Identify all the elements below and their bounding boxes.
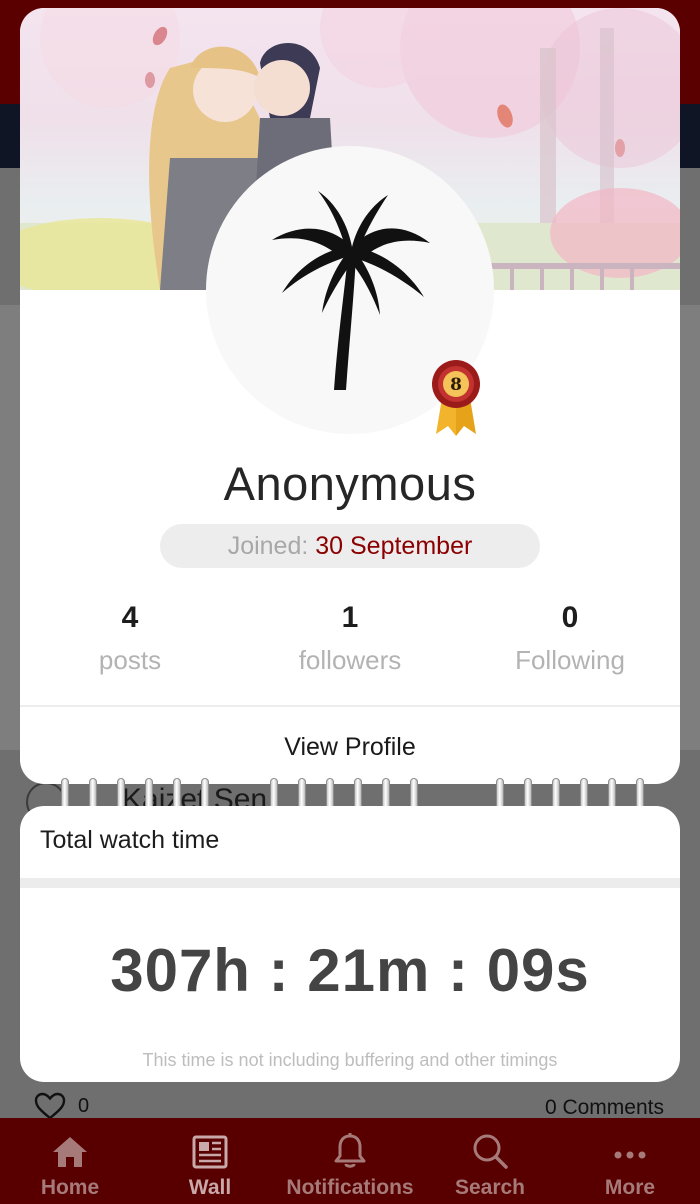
watch-time-title: Total watch time: [40, 826, 220, 854]
nav-notifications[interactable]: Notifications: [280, 1118, 420, 1204]
view-profile-button[interactable]: View Profile: [20, 707, 680, 784]
palm-tree-icon: [272, 191, 430, 390]
stat-posts-value: 4: [121, 601, 139, 634]
stat-followers-value: 1: [341, 601, 359, 634]
nav-wall-label: Wall: [188, 1176, 232, 1199]
joined-date: 30 September: [315, 532, 473, 560]
level-badge: 8: [432, 360, 480, 436]
newspaper-icon: [192, 1135, 228, 1169]
nav-home-label: Home: [40, 1176, 100, 1199]
nav-more[interactable]: More: [560, 1118, 700, 1204]
joined-date-pill: Joined: 30 September: [160, 524, 540, 568]
background-comments-count: 0 Comments: [544, 1096, 664, 1119]
background-like: 0: [34, 1092, 94, 1120]
nav-home[interactable]: Home: [0, 1118, 140, 1204]
nav-wall[interactable]: Wall: [140, 1118, 280, 1204]
stat-following[interactable]: 0 Following: [460, 598, 680, 682]
stat-following-value: 0: [561, 601, 579, 634]
bell-icon: [334, 1133, 366, 1168]
search-icon: [473, 1134, 508, 1169]
watch-time-card: Total watch time 307h : 21m : 09s This t…: [20, 806, 680, 1082]
stat-posts[interactable]: 4 posts: [20, 598, 240, 682]
stat-posts-label: posts: [98, 645, 162, 675]
background-post-footer: 0 0 Comments: [0, 1088, 700, 1120]
nav-notifications-label: Notifications: [286, 1176, 414, 1199]
nav-search-label: Search: [454, 1176, 526, 1199]
background-like-count: 0: [78, 1094, 90, 1117]
watch-time-separator: [20, 878, 680, 888]
bottom-navigation: Home Wall Notifications Search More: [0, 1118, 700, 1204]
nav-search[interactable]: Search: [420, 1118, 560, 1204]
watch-time-note: This time is not including buffering and…: [142, 1050, 558, 1070]
nav-more-label: More: [604, 1176, 656, 1199]
stat-followers[interactable]: 1 followers: [240, 598, 460, 682]
profile-popup-card: 8 Anonymous Joined: 30 September 4 posts…: [20, 8, 680, 784]
home-icon: [53, 1137, 87, 1167]
watch-time-value: 307h : 21m : 09s: [110, 937, 590, 1004]
level-badge-number: 8: [450, 375, 462, 395]
stat-following-label: Following: [515, 645, 625, 675]
profile-stats: 4 posts 1 followers 0 Following: [20, 598, 680, 682]
more-dots-icon: [614, 1151, 646, 1159]
username: Anonymous: [223, 457, 477, 510]
joined-label: Joined:: [227, 532, 316, 560]
stat-followers-label: followers: [298, 645, 402, 675]
heart-icon: [34, 1092, 66, 1120]
